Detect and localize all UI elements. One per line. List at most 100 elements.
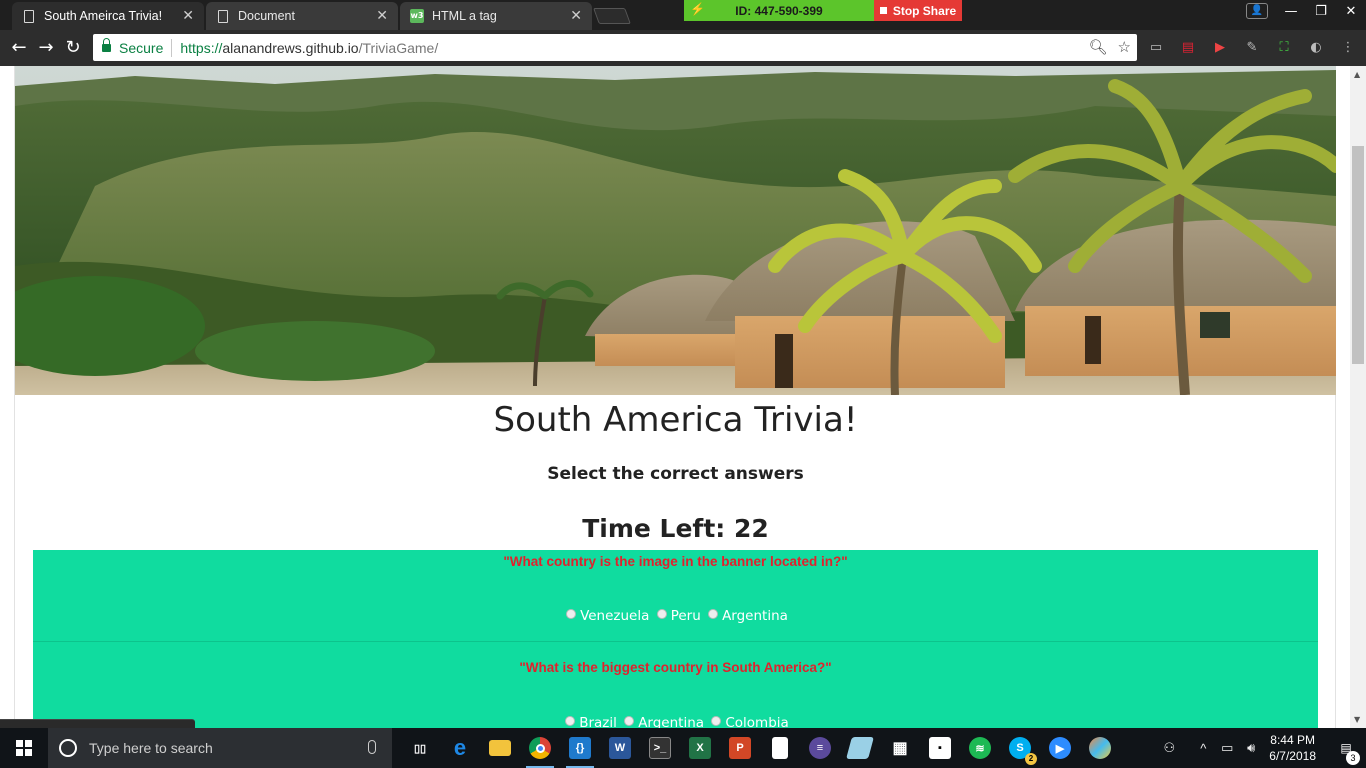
answer-option[interactable]: Argentina [705, 608, 788, 624]
radio-button[interactable] [624, 716, 635, 726]
option-label: Colombia [725, 715, 789, 728]
volume-icon[interactable]: 🔊︎ [1239, 740, 1263, 756]
scroll-down-arrow-icon[interactable]: ▼ [1354, 715, 1360, 724]
answer-option[interactable]: Venezuela [563, 608, 649, 624]
vscode-icon[interactable]: {} [560, 728, 600, 768]
extension-icons: ▭ ▤ ▶ ✎ ⛶ ◐ ⋮ [1146, 38, 1358, 58]
secure-label: Secure [119, 39, 164, 56]
search-placeholder: Type here to search [89, 740, 213, 756]
scroll-thumb[interactable] [1352, 146, 1364, 364]
stop-icon [879, 7, 887, 14]
file-explorer-icon[interactable] [480, 728, 520, 768]
chrome-icon[interactable] [520, 728, 560, 768]
download-shelf-edge [0, 719, 195, 728]
scroll-up-arrow-icon[interactable]: ▲ [1354, 70, 1360, 79]
tab-html-a-tag[interactable]: w3 HTML a tag ✕ [400, 2, 592, 30]
banner-illustration [15, 66, 1336, 395]
bookmark-star-icon[interactable]: ☆ [1118, 38, 1131, 56]
close-icon[interactable]: ✕ [570, 8, 582, 24]
paint-icon[interactable] [1080, 728, 1120, 768]
cast-icon[interactable]: ▭ [1146, 38, 1166, 58]
answer-option[interactable]: Brazil [562, 715, 617, 728]
tab-label: HTML a tag [432, 9, 497, 23]
answer-option[interactable]: Peru [654, 608, 701, 624]
spotify-icon[interactable]: ≋ [960, 728, 1000, 768]
answer-options: Venezuela Peru Argentina [33, 608, 1318, 625]
document-icon [218, 9, 228, 23]
notepad-icon[interactable] [760, 728, 800, 768]
option-label: Peru [670, 608, 701, 624]
start-button[interactable] [0, 728, 48, 768]
minimize-button[interactable]: — [1276, 0, 1306, 22]
edge-icon[interactable]: e [440, 728, 480, 768]
answer-option[interactable]: Argentina [621, 715, 704, 728]
pdf-icon[interactable]: ▤ [1178, 38, 1198, 58]
answer-option[interactable]: Colombia [708, 715, 789, 728]
menu-icon[interactable]: ⋮ [1338, 38, 1358, 58]
clock-date: 6/7/2018 [1269, 749, 1316, 763]
radio-button[interactable] [565, 716, 576, 726]
clock[interactable]: 8:44 PM 6/7/2018 [1269, 732, 1316, 764]
question-text: "What is the biggest country in South Am… [519, 660, 832, 675]
restore-button[interactable]: ❐ [1306, 0, 1336, 22]
time-left-display: Time Left: 22 [582, 514, 769, 543]
eyedropper-icon[interactable]: ✎ [1242, 38, 1262, 58]
option-label: Venezuela [580, 608, 650, 624]
eclipse-icon[interactable]: ≡ [800, 728, 840, 768]
radio-button[interactable] [708, 609, 719, 619]
tab-trivia[interactable]: South Ameirca Trivia! ✕ [12, 2, 204, 30]
zoom-app-icon[interactable]: ▶ [1040, 728, 1080, 768]
clock-time: 8:44 PM [1270, 733, 1315, 747]
new-tab-button[interactable] [593, 8, 631, 24]
reload-icon[interactable]: ↻ [62, 37, 84, 59]
page-container: South America Trivia! Select the correct… [14, 66, 1336, 728]
forward-arrow-icon[interactable]: → [35, 37, 57, 59]
battery-icon[interactable]: ▭ [1215, 740, 1239, 756]
screenshot-icon[interactable]: ⛶ [1274, 38, 1294, 58]
page-title: South America Trivia! [493, 400, 858, 440]
action-center-button[interactable]: ▤ 3 [1326, 741, 1366, 765]
close-icon[interactable]: ✕ [376, 8, 388, 24]
screencast-icon[interactable]: ▶ [1210, 38, 1230, 58]
radio-button[interactable] [711, 716, 722, 726]
w3schools-icon: w3 [410, 9, 424, 23]
profile-icon[interactable]: 👤 [1246, 3, 1268, 19]
terminal-icon[interactable]: >_ [640, 728, 680, 768]
excel-icon[interactable]: X [680, 728, 720, 768]
people-icon[interactable]: ⚇ [1157, 740, 1181, 756]
extension-circle-icon[interactable]: ◐ [1306, 38, 1326, 58]
taskbar-search[interactable]: Type here to search [48, 728, 392, 768]
skype-icon[interactable]: S2 [1000, 728, 1040, 768]
browser-tab-strip: South Ameirca Trivia! ✕ Document ✕ w3 HT… [0, 0, 1366, 30]
stop-share-label: Stop Share [892, 3, 957, 18]
page-scrollbar[interactable]: ▲ ▼ [1350, 66, 1366, 728]
address-bar[interactable]: Secure https:// alanandrews.github.io /T… [93, 34, 1137, 61]
word-icon[interactable]: W [600, 728, 640, 768]
chevron-up-icon[interactable]: ^ [1191, 741, 1215, 756]
document-icon [24, 9, 34, 23]
stop-share-button[interactable]: Stop Share [874, 0, 962, 21]
option-label: Argentina [638, 715, 705, 728]
radio-button[interactable] [566, 609, 577, 619]
zoom-icon[interactable]: 🔍︎ [1089, 38, 1108, 56]
screen-share-id: ⚡ ID: 447-590-399 [684, 0, 874, 21]
task-view-icon[interactable]: ▯▯ [400, 728, 440, 768]
skype-badge: 2 [1025, 753, 1037, 765]
url-scheme: https:// [180, 39, 223, 56]
powerpoint-icon[interactable]: P [720, 728, 760, 768]
close-window-button[interactable]: ✕ [1336, 0, 1366, 22]
tab-label: South Ameirca Trivia! [44, 9, 163, 23]
page-subtitle: Select the correct answers [547, 464, 804, 484]
close-icon[interactable]: ✕ [182, 8, 194, 24]
windows-logo-icon [16, 740, 32, 756]
calculator-icon[interactable]: ▦ [880, 728, 920, 768]
radio-button[interactable] [656, 609, 667, 619]
notification-count: 3 [1346, 751, 1360, 765]
notes-app-icon[interactable] [840, 728, 880, 768]
sticky-notes-icon[interactable]: ▪ [920, 728, 960, 768]
back-arrow-icon[interactable]: ← [8, 37, 30, 59]
page-viewport: South America Trivia! Select the correct… [0, 66, 1350, 728]
microphone-icon[interactable] [368, 740, 376, 754]
tab-document[interactable]: Document ✕ [206, 2, 398, 30]
quiz-panel: "What country is the image in the banner… [33, 550, 1318, 728]
